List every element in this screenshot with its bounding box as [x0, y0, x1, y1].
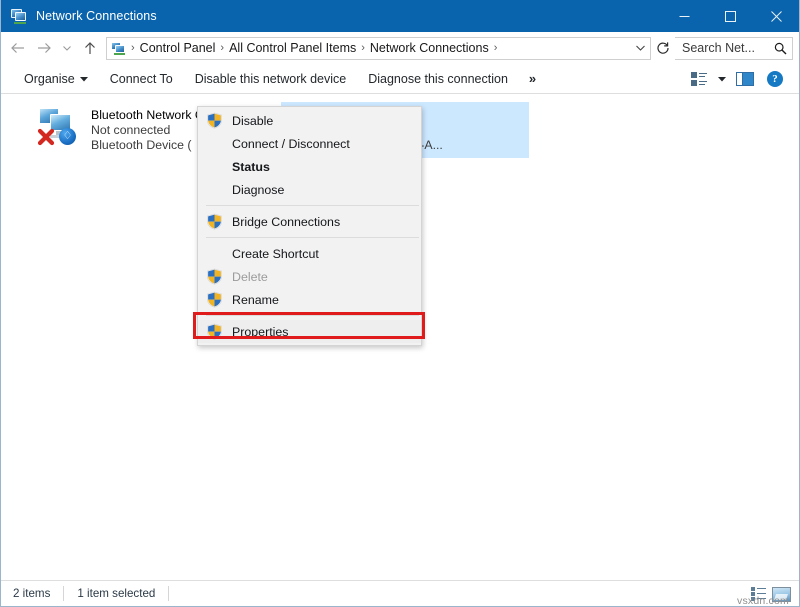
context-menu-item-label: Status: [232, 160, 270, 174]
bluetooth-badge-icon: ♢: [59, 128, 76, 145]
toolbar-diagnose-connection-button[interactable]: Diagnose this connection: [357, 67, 519, 91]
address-dropdown-chevron-down-icon[interactable]: [630, 38, 650, 59]
context-menu-item-connect-disconnect[interactable]: Connect / Disconnect: [198, 132, 421, 155]
breadcrumb-separator[interactable]: ›: [359, 42, 367, 54]
toolbar-item-label: Diagnose this connection: [368, 72, 508, 86]
toolbar-disable-network-device-button[interactable]: Disable this network device: [184, 67, 357, 91]
toolbar-item-label: Disable this network device: [195, 72, 346, 86]
context-menu-item-label: Connect / Disconnect: [232, 137, 350, 151]
breadcrumb-separator[interactable]: ›: [218, 42, 226, 54]
context-menu-separator: [206, 205, 419, 206]
context-menu-item-label: Properties: [232, 325, 288, 339]
window-controls: [661, 0, 799, 32]
minimize-button[interactable]: [661, 0, 707, 32]
address-bar[interactable]: › Control Panel › All Control Panel Item…: [106, 37, 651, 60]
context-menu-separator: [206, 237, 419, 238]
refresh-icon[interactable]: [651, 37, 675, 60]
up-button[interactable]: [77, 36, 103, 60]
address-bar-row: › Control Panel › All Control Panel Item…: [1, 32, 799, 64]
change-view-chevron-down-icon[interactable]: [715, 67, 729, 91]
breadcrumb-control-panel[interactable]: Control Panel: [137, 41, 219, 55]
window-title: Network Connections: [36, 9, 157, 23]
help-glyph: ?: [767, 71, 783, 87]
preview-pane-icon[interactable]: [731, 67, 759, 91]
bluetooth-network-adapter-icon: ♢: [37, 106, 85, 148]
context-menu: Disable Connect / Disconnect Status Diag…: [197, 106, 422, 346]
uac-shield-icon: [206, 268, 223, 285]
uac-shield-icon: [206, 112, 223, 129]
toolbar-item-label: Connect To: [110, 72, 173, 86]
context-menu-item-delete: Delete: [198, 265, 421, 288]
context-menu-item-label: Delete: [232, 270, 268, 284]
change-view-icon[interactable]: [685, 67, 713, 91]
screenshot-root: Network Connections: [0, 0, 800, 607]
close-button[interactable]: [753, 0, 799, 32]
context-menu-item-label: Diagnose: [232, 183, 284, 197]
context-menu-item-label: Rename: [232, 293, 279, 307]
context-menu-item-disable[interactable]: Disable: [198, 109, 421, 132]
status-divider: [168, 586, 169, 601]
status-bar: 2 items 1 item selected vsxdn.com: [1, 580, 799, 606]
explorer-window: Network Connections: [0, 0, 800, 607]
help-icon[interactable]: ?: [761, 67, 789, 91]
watermark: vsxdn.com: [737, 595, 789, 607]
context-menu-item-properties[interactable]: Properties: [198, 320, 421, 343]
status-divider: [63, 586, 64, 601]
search-icon[interactable]: [774, 42, 787, 55]
toolbar-overflow-button[interactable]: »: [519, 71, 546, 86]
toolbar-organise-button[interactable]: Organise: [13, 67, 99, 91]
uac-shield-icon: [206, 291, 223, 308]
context-menu-item-diagnose[interactable]: Diagnose: [198, 178, 421, 201]
breadcrumb-all-control-panel-items[interactable]: All Control Panel Items: [226, 41, 359, 55]
search-input[interactable]: Search Net...: [675, 37, 793, 60]
breadcrumb-separator[interactable]: ›: [492, 42, 500, 54]
address-bar-network-icon: [111, 41, 127, 55]
context-menu-item-label: Create Shortcut: [232, 247, 319, 261]
context-menu-item-status[interactable]: Status: [198, 155, 421, 178]
toolbar-connect-to-button[interactable]: Connect To: [99, 67, 184, 91]
context-menu-item-label: Disable: [232, 114, 273, 128]
search-placeholder: Search Net...: [682, 41, 755, 55]
command-toolbar: Organise Connect To Disable this network…: [1, 64, 799, 94]
connections-list: ♢ Bluetooth Network Connection Not conne…: [1, 94, 799, 580]
toolbar-view-controls: ?: [685, 67, 799, 91]
recent-locations-chevron-down-icon[interactable]: [57, 36, 77, 60]
breadcrumb-network-connections[interactable]: Network Connections: [367, 41, 492, 55]
selection-count: 1 item selected: [77, 587, 155, 600]
context-menu-item-rename[interactable]: Rename: [198, 288, 421, 311]
forward-button[interactable]: [31, 36, 57, 60]
uac-shield-icon: [206, 323, 223, 340]
context-menu-item-bridge-connections[interactable]: Bridge Connections: [198, 210, 421, 233]
breadcrumb-separator[interactable]: ›: [129, 42, 137, 54]
disconnected-x-icon: [37, 128, 55, 146]
title-bar: Network Connections: [1, 0, 799, 32]
context-menu-item-label: Bridge Connections: [232, 215, 340, 229]
network-connections-icon: [11, 9, 27, 23]
maximize-button[interactable]: [707, 0, 753, 32]
back-button[interactable]: [5, 36, 31, 60]
context-menu-separator: [206, 315, 419, 316]
uac-shield-icon: [206, 213, 223, 230]
context-menu-item-create-shortcut[interactable]: Create Shortcut: [198, 242, 421, 265]
chevron-down-icon: [80, 76, 88, 82]
toolbar-item-label: Organise: [24, 72, 75, 86]
item-count: 2 items: [13, 587, 50, 600]
